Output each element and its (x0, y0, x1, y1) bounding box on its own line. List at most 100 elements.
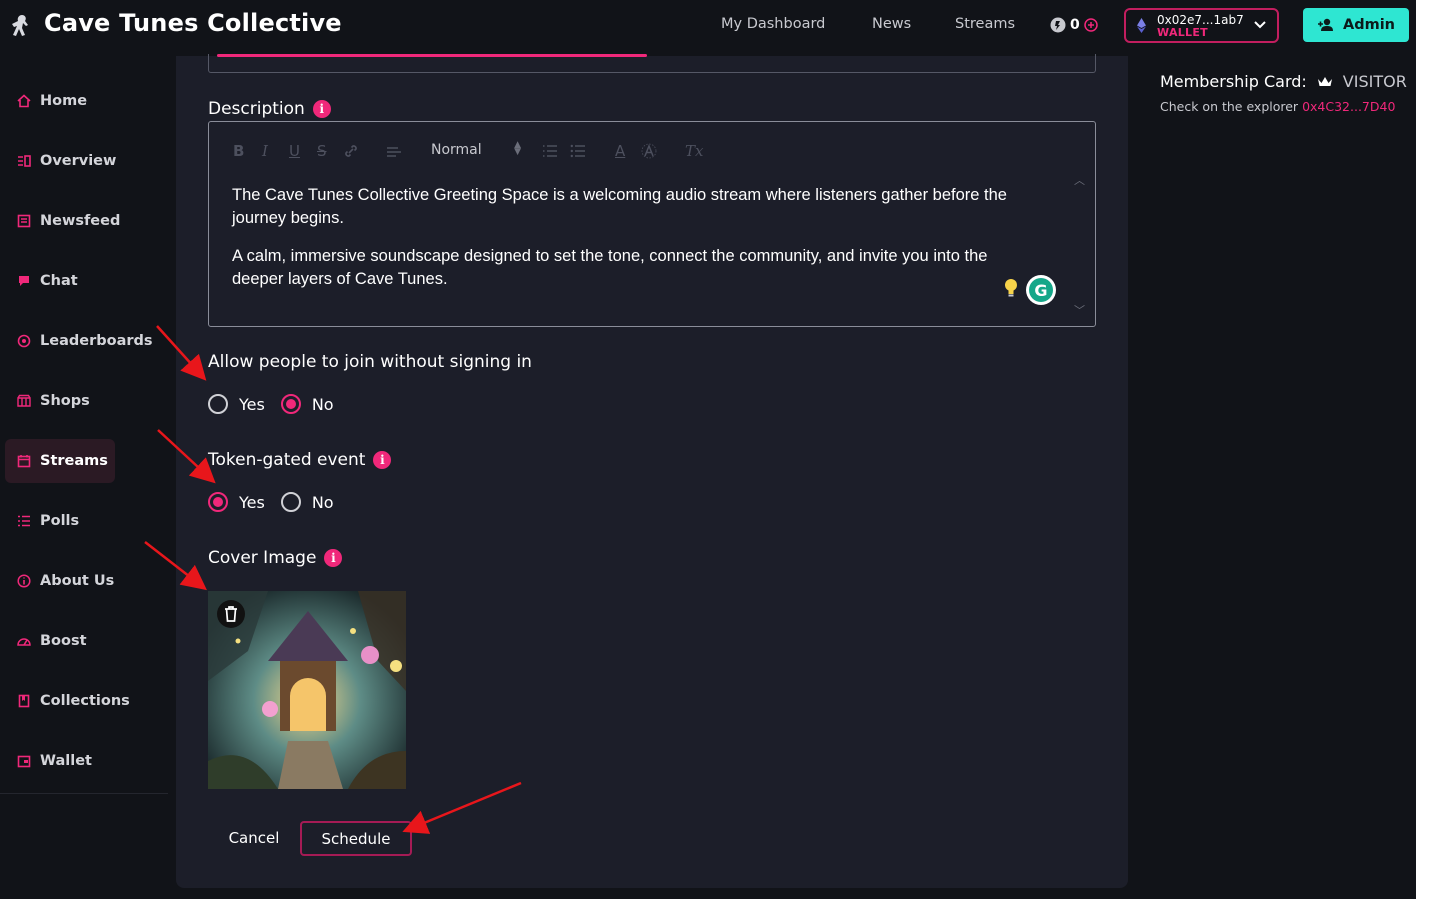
explorer-text: Check on the explorer (1160, 99, 1299, 114)
sidebar-item-wallet[interactable]: Wallet (5, 739, 115, 783)
sidebar: Home Overview Newsfeed Chat Leaderboards… (0, 56, 168, 794)
membership-label: Membership Card: (1160, 72, 1307, 91)
trash-icon (225, 606, 237, 622)
stream-form-panel: Description i B I U S Normal ▲ ▼ A Tx Th… (176, 54, 1128, 888)
radio-button[interactable] (208, 394, 228, 414)
sidebar-item-collections[interactable]: Collections (5, 679, 130, 723)
underline-button[interactable]: U (289, 142, 300, 160)
sidebar-item-polls[interactable]: Polls (5, 499, 115, 543)
allow-join-radio-group: Yes No (208, 394, 350, 414)
description-label-row: Description i (208, 99, 331, 119)
description-paragraph: The Cave Tunes Collective Greeting Space… (232, 186, 1007, 227)
shop-icon (17, 394, 31, 407)
explorer-row: Check on the explorer 0x4C32...7D40 (1160, 99, 1395, 114)
membership-card: Membership Card: VISITOR (1160, 72, 1407, 91)
sidebar-item-chat[interactable]: Chat (5, 259, 115, 303)
clear-format-button[interactable]: Tx (685, 142, 703, 160)
font-size-value: Normal (431, 142, 482, 158)
bullet-list-icon[interactable] (570, 144, 586, 158)
logo-icon[interactable] (9, 12, 33, 38)
explorer-link[interactable]: 0x4C32...7D40 (1302, 99, 1395, 114)
token-gated-label: Token-gated event (208, 450, 366, 470)
sidebar-item-shops[interactable]: Shops (5, 379, 115, 423)
boost-icon (17, 638, 31, 646)
highlight-color-icon[interactable] (641, 143, 657, 159)
delete-image-button[interactable] (217, 600, 245, 628)
polls-icon (18, 515, 30, 527)
membership-value: VISITOR (1342, 72, 1407, 91)
sidebar-item-label: Boost (40, 633, 87, 649)
nav-news[interactable]: News (872, 16, 911, 32)
cover-info-icon[interactable]: i (324, 549, 343, 567)
radio-label: Yes (239, 394, 265, 414)
app-root: Cave Tunes Collective My Dashboard News … (0, 0, 1416, 899)
radio-label: Yes (239, 492, 265, 512)
allow-join-yes-option[interactable]: Yes (208, 394, 265, 414)
radio-button-selected[interactable] (208, 492, 228, 512)
sidebar-item-label: Polls (40, 513, 80, 529)
token-gated-info-icon[interactable]: i (373, 451, 392, 469)
allow-join-label: Allow people to join without signing in (208, 352, 532, 372)
sidebar-item-home[interactable]: Home (5, 79, 115, 123)
sidebar-item-newsfeed[interactable]: Newsfeed (5, 199, 120, 243)
sidebar-item-label: Wallet (40, 753, 92, 769)
cover-label-row: Cover Image i (208, 548, 343, 568)
sidebar-item-label: Collections (40, 693, 130, 709)
wallet-address: 0x02e7...1ab7 (1157, 13, 1244, 27)
sidebar-item-label: Newsfeed (40, 213, 121, 229)
ordered-list-icon[interactable] (542, 144, 558, 158)
user-admin-icon (1317, 18, 1333, 31)
grammarly-icon[interactable]: G (1026, 275, 1056, 305)
schedule-button[interactable]: Schedule (300, 821, 412, 856)
add-coin-icon[interactable] (1084, 18, 1098, 32)
lightbulb-icon[interactable] (1004, 278, 1018, 298)
admin-button[interactable]: Admin (1303, 8, 1409, 42)
radio-label: No (311, 492, 334, 512)
token-gated-yes-option[interactable]: Yes (208, 492, 265, 512)
token-gated-radio-group: Yes No (208, 492, 350, 512)
scroll-up-icon[interactable]: ︿ (1074, 172, 1085, 188)
description-text[interactable]: The Cave Tunes Collective Greeting Space… (232, 184, 1042, 306)
sidebar-item-leaderboards[interactable]: Leaderboards (5, 319, 153, 363)
sidebar-item-streams[interactable]: Streams (5, 439, 115, 483)
header: Cave Tunes Collective My Dashboard News … (0, 0, 1416, 56)
cover-image[interactable] (208, 591, 406, 789)
leaderboard-icon (17, 334, 31, 348)
sidebar-item-about-us[interactable]: About Us (5, 559, 115, 603)
coin-value: 0 (1070, 17, 1080, 33)
bold-button[interactable]: B (233, 142, 244, 160)
previous-field-box (208, 54, 1096, 73)
crown-icon (1317, 76, 1332, 86)
description-info-icon[interactable]: i (312, 100, 331, 118)
cancel-button[interactable]: Cancel (220, 822, 288, 854)
radio-button-selected[interactable] (280, 394, 301, 414)
admin-label: Admin (1342, 17, 1395, 33)
font-size-select[interactable]: Normal ▲ ▼ (431, 140, 521, 159)
radio-button[interactable] (280, 492, 301, 512)
sidebar-item-label: Shops (40, 393, 90, 409)
sidebar-item-overview[interactable]: Overview (5, 139, 117, 183)
description-editor[interactable]: B I U S Normal ▲ ▼ A Tx The Cave Tunes Co… (208, 121, 1096, 327)
home-icon (17, 94, 31, 108)
sidebar-item-boost[interactable]: Boost (5, 619, 115, 663)
token-gated-no-option[interactable]: No (280, 492, 334, 512)
align-icon[interactable] (386, 146, 402, 158)
nav-streams[interactable]: Streams (955, 16, 1015, 32)
wallet-button[interactable]: 0x02e7...1ab7 WALLET (1124, 8, 1279, 43)
strike-button[interactable]: S (317, 142, 327, 160)
overview-icon (18, 155, 31, 167)
chat-icon (19, 276, 29, 286)
allow-join-no-option[interactable]: No (280, 394, 334, 414)
italic-button[interactable]: I (262, 142, 268, 160)
chevron-down-icon (1254, 21, 1266, 29)
nav-my-dashboard[interactable]: My Dashboard (721, 16, 825, 32)
coin-balance[interactable]: 0 (1050, 17, 1098, 33)
link-icon[interactable] (344, 144, 358, 158)
cover-label: Cover Image (208, 548, 317, 568)
sidebar-item-label: Overview (40, 153, 117, 169)
scroll-down-icon[interactable]: ﹀ (1074, 302, 1085, 318)
select-arrows-icon: ▲ ▼ (514, 140, 521, 157)
text-color-button[interactable]: A (615, 142, 625, 160)
previous-field-bar (217, 54, 647, 57)
app-title[interactable]: Cave Tunes Collective (44, 9, 342, 37)
